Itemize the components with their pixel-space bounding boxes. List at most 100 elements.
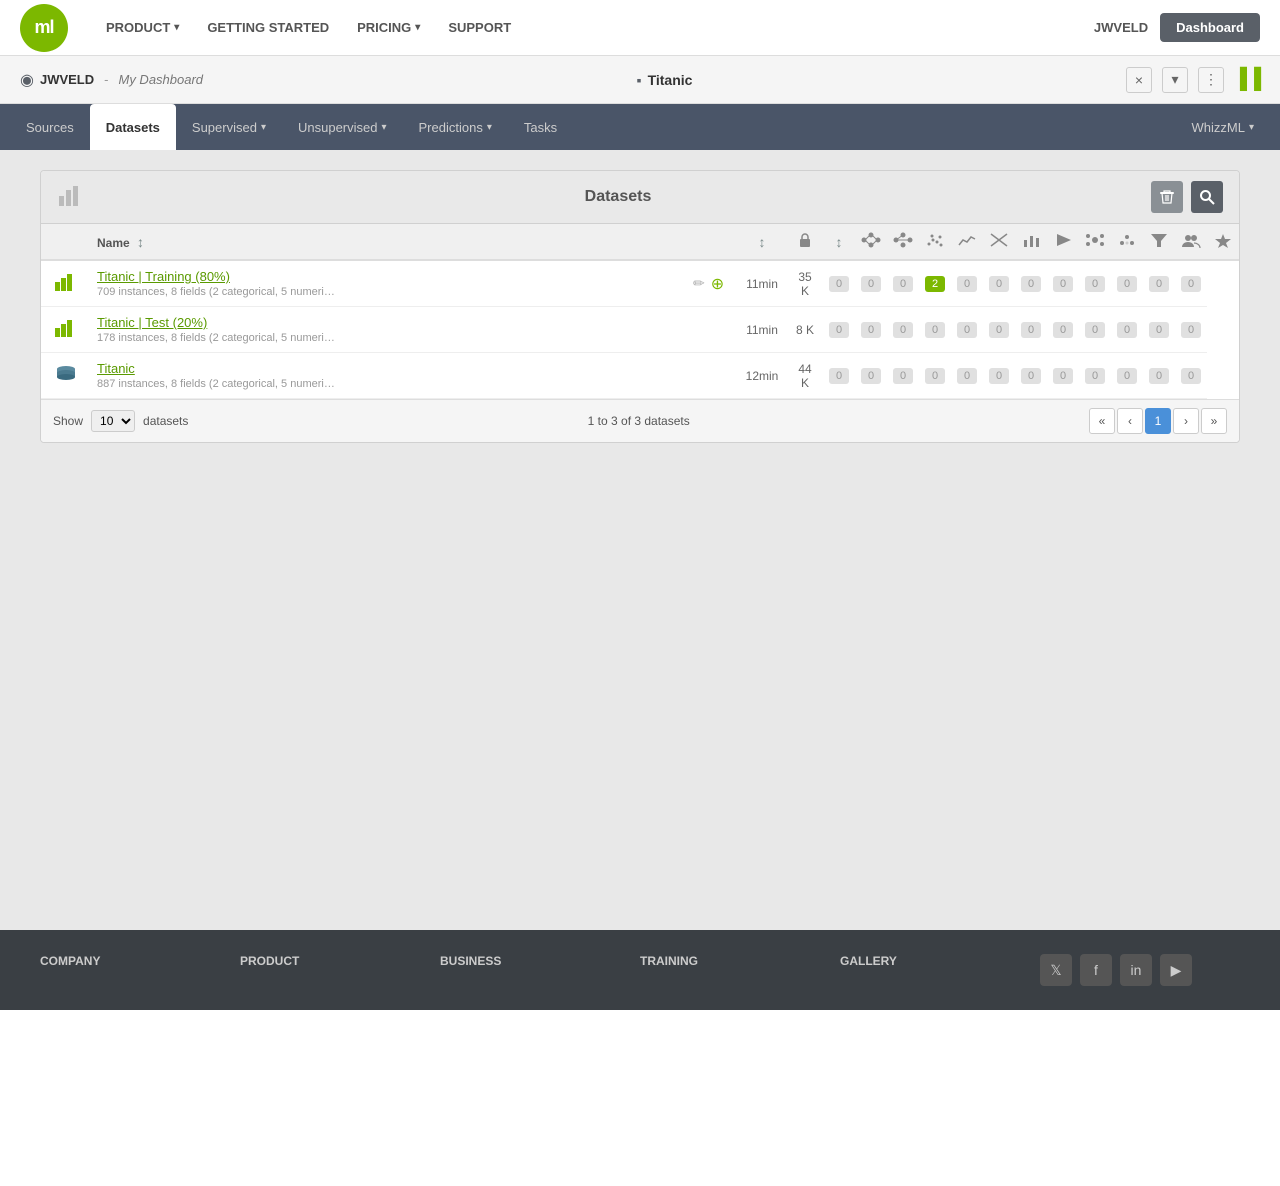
tab-tasks[interactable]: Tasks xyxy=(508,104,573,150)
count-badge: 0 xyxy=(861,368,881,384)
th-sort3-icon[interactable]: ↕ xyxy=(836,234,843,250)
row-count-cell[interactable]: 0 xyxy=(983,353,1015,399)
last-page-button[interactable]: » xyxy=(1201,408,1227,434)
edit-icon[interactable]: ✏ xyxy=(693,275,705,292)
tabs-bar: Sources Datasets Supervised ▾ Unsupervis… xyxy=(0,104,1280,150)
row-count-cell[interactable]: 0 xyxy=(1175,260,1207,307)
row-count-cell[interactable]: 0 xyxy=(951,260,983,307)
row-count-cell[interactable]: 0 xyxy=(919,353,951,399)
count-badge: 0 xyxy=(1053,276,1073,292)
nav-support[interactable]: SUPPORT xyxy=(434,0,525,56)
th-lock xyxy=(787,224,823,260)
row-count-cell[interactable]: 0 xyxy=(855,307,887,353)
more-options-button[interactable]: ⋮ xyxy=(1198,67,1224,93)
row-count-cell[interactable]: 0 xyxy=(1175,353,1207,399)
tab-datasets[interactable]: Datasets xyxy=(90,104,176,150)
dashboard-name: My Dashboard xyxy=(118,72,203,87)
row-count-cell[interactable]: 0 xyxy=(951,307,983,353)
prev-page-button[interactable]: ‹ xyxy=(1117,408,1143,434)
dashboard-username: JWVELD xyxy=(40,72,94,87)
count-badge: 0 xyxy=(1021,276,1041,292)
row-count-cell[interactable]: 0 xyxy=(823,353,855,399)
search-button[interactable] xyxy=(1191,181,1223,213)
footer-business-heading: BUSINESS xyxy=(440,954,640,968)
row-count-cell[interactable]: 0 xyxy=(983,260,1015,307)
logo[interactable]: ml xyxy=(20,4,68,52)
count-badge: 0 xyxy=(1021,368,1041,384)
youtube-button[interactable]: ▶ xyxy=(1160,954,1192,986)
footer-product: PRODUCT xyxy=(240,954,440,978)
footer-social: 𝕏 f in ▶ xyxy=(1040,954,1240,986)
first-page-button[interactable]: « xyxy=(1089,408,1115,434)
row-count-cell[interactable]: 0 xyxy=(1015,353,1047,399)
tab-whizzml[interactable]: WhizzML ▾ xyxy=(1176,104,1270,150)
dashboard-bar-left: ◉ JWVELD - My Dashboard xyxy=(20,70,203,90)
row-count-cell[interactable]: 2 xyxy=(919,260,951,307)
row-count-cell[interactable]: 0 xyxy=(1143,260,1175,307)
row-count-cell[interactable]: 0 xyxy=(1079,307,1111,353)
row-count-cell[interactable]: 0 xyxy=(855,260,887,307)
row-count-cell[interactable]: 0 xyxy=(1047,307,1079,353)
tab-supervised[interactable]: Supervised ▾ xyxy=(176,104,282,150)
th-star xyxy=(1207,224,1239,260)
chevron-down-button[interactable]: ▾ xyxy=(1162,67,1188,93)
dataset-name-link[interactable]: Titanic xyxy=(97,361,681,376)
delete-button[interactable] xyxy=(1151,181,1183,213)
dataset-desc: 178 instances, 8 fields (2 categorical, … xyxy=(97,332,681,344)
row-count-cell[interactable]: 0 xyxy=(887,260,919,307)
row-count-cell[interactable]: 0 xyxy=(1111,307,1143,353)
tab-unsupervised[interactable]: Unsupervised ▾ xyxy=(282,104,403,150)
dataset-name-link[interactable]: Titanic | Test (20%) xyxy=(97,315,681,330)
row-count-cell[interactable]: 0 xyxy=(1079,260,1111,307)
tab-predictions[interactable]: Predictions ▾ xyxy=(403,104,508,150)
footer-business: BUSINESS xyxy=(440,954,640,978)
tab-sources[interactable]: Sources xyxy=(10,104,90,150)
nav-pricing[interactable]: PRICING ▾ xyxy=(343,0,434,56)
row-count-cell[interactable]: 0 xyxy=(887,353,919,399)
next-page-button[interactable]: › xyxy=(1173,408,1199,434)
row-count-cell[interactable]: 0 xyxy=(1047,353,1079,399)
dashboard-button[interactable]: Dashboard xyxy=(1160,13,1260,42)
row-count-cell[interactable]: 0 xyxy=(855,353,887,399)
th-cross xyxy=(983,224,1015,260)
show-select[interactable]: 10 25 50 xyxy=(91,410,135,432)
project-folder-icon: ▪ xyxy=(637,72,642,88)
row-count-cell[interactable]: 0 xyxy=(1047,260,1079,307)
th-play xyxy=(1047,224,1079,260)
th-sort-name-icon[interactable]: ↕ xyxy=(137,234,144,250)
nav-product[interactable]: PRODUCT ▾ xyxy=(92,0,193,56)
row-count-cell[interactable]: 0 xyxy=(887,307,919,353)
supervised-caret-icon: ▾ xyxy=(261,122,266,133)
panel-title: Datasets xyxy=(93,188,1143,206)
row-count-cell[interactable]: 0 xyxy=(1015,260,1047,307)
count-badge: 0 xyxy=(957,368,977,384)
row-count-cell[interactable]: 0 xyxy=(823,307,855,353)
count-badge: 0 xyxy=(1085,368,1105,384)
row-count-cell[interactable]: 0 xyxy=(1111,353,1143,399)
navbar: ml PRODUCT ▾ GETTING STARTED PRICING ▾ S… xyxy=(0,0,1280,56)
bars-icon[interactable]: ▐▐ xyxy=(1234,67,1260,93)
row-count-cell[interactable]: 0 xyxy=(823,260,855,307)
twitter-button[interactable]: 𝕏 xyxy=(1040,954,1072,986)
row-count-cell[interactable]: 0 xyxy=(1111,260,1143,307)
pagination-info: 1 to 3 of 3 datasets xyxy=(196,414,1081,428)
row-count-cell[interactable]: 0 xyxy=(983,307,1015,353)
close-project-button[interactable]: × xyxy=(1126,67,1152,93)
linkedin-button[interactable]: in xyxy=(1120,954,1152,986)
row-count-cell[interactable]: 0 xyxy=(1143,307,1175,353)
unsupervised-caret-icon: ▾ xyxy=(381,122,386,133)
datasets-chart-icon xyxy=(57,182,85,212)
dataset-name-link[interactable]: Titanic | Training (80%) xyxy=(97,269,681,284)
facebook-button[interactable]: f xyxy=(1080,954,1112,986)
nav-getting-started[interactable]: GETTING STARTED xyxy=(193,0,343,56)
row-count-cell[interactable]: 0 xyxy=(1079,353,1111,399)
row-count-cell[interactable]: 0 xyxy=(1015,307,1047,353)
th-group xyxy=(1175,224,1207,260)
page-1-button[interactable]: 1 xyxy=(1145,408,1171,434)
row-count-cell[interactable]: 0 xyxy=(919,307,951,353)
th-sort2-icon[interactable]: ↕ xyxy=(759,234,766,250)
row-count-cell[interactable]: 0 xyxy=(1175,307,1207,353)
row-count-cell[interactable]: 0 xyxy=(951,353,983,399)
favorite-icon[interactable]: ⊕ xyxy=(711,274,724,294)
row-count-cell[interactable]: 0 xyxy=(1143,353,1175,399)
